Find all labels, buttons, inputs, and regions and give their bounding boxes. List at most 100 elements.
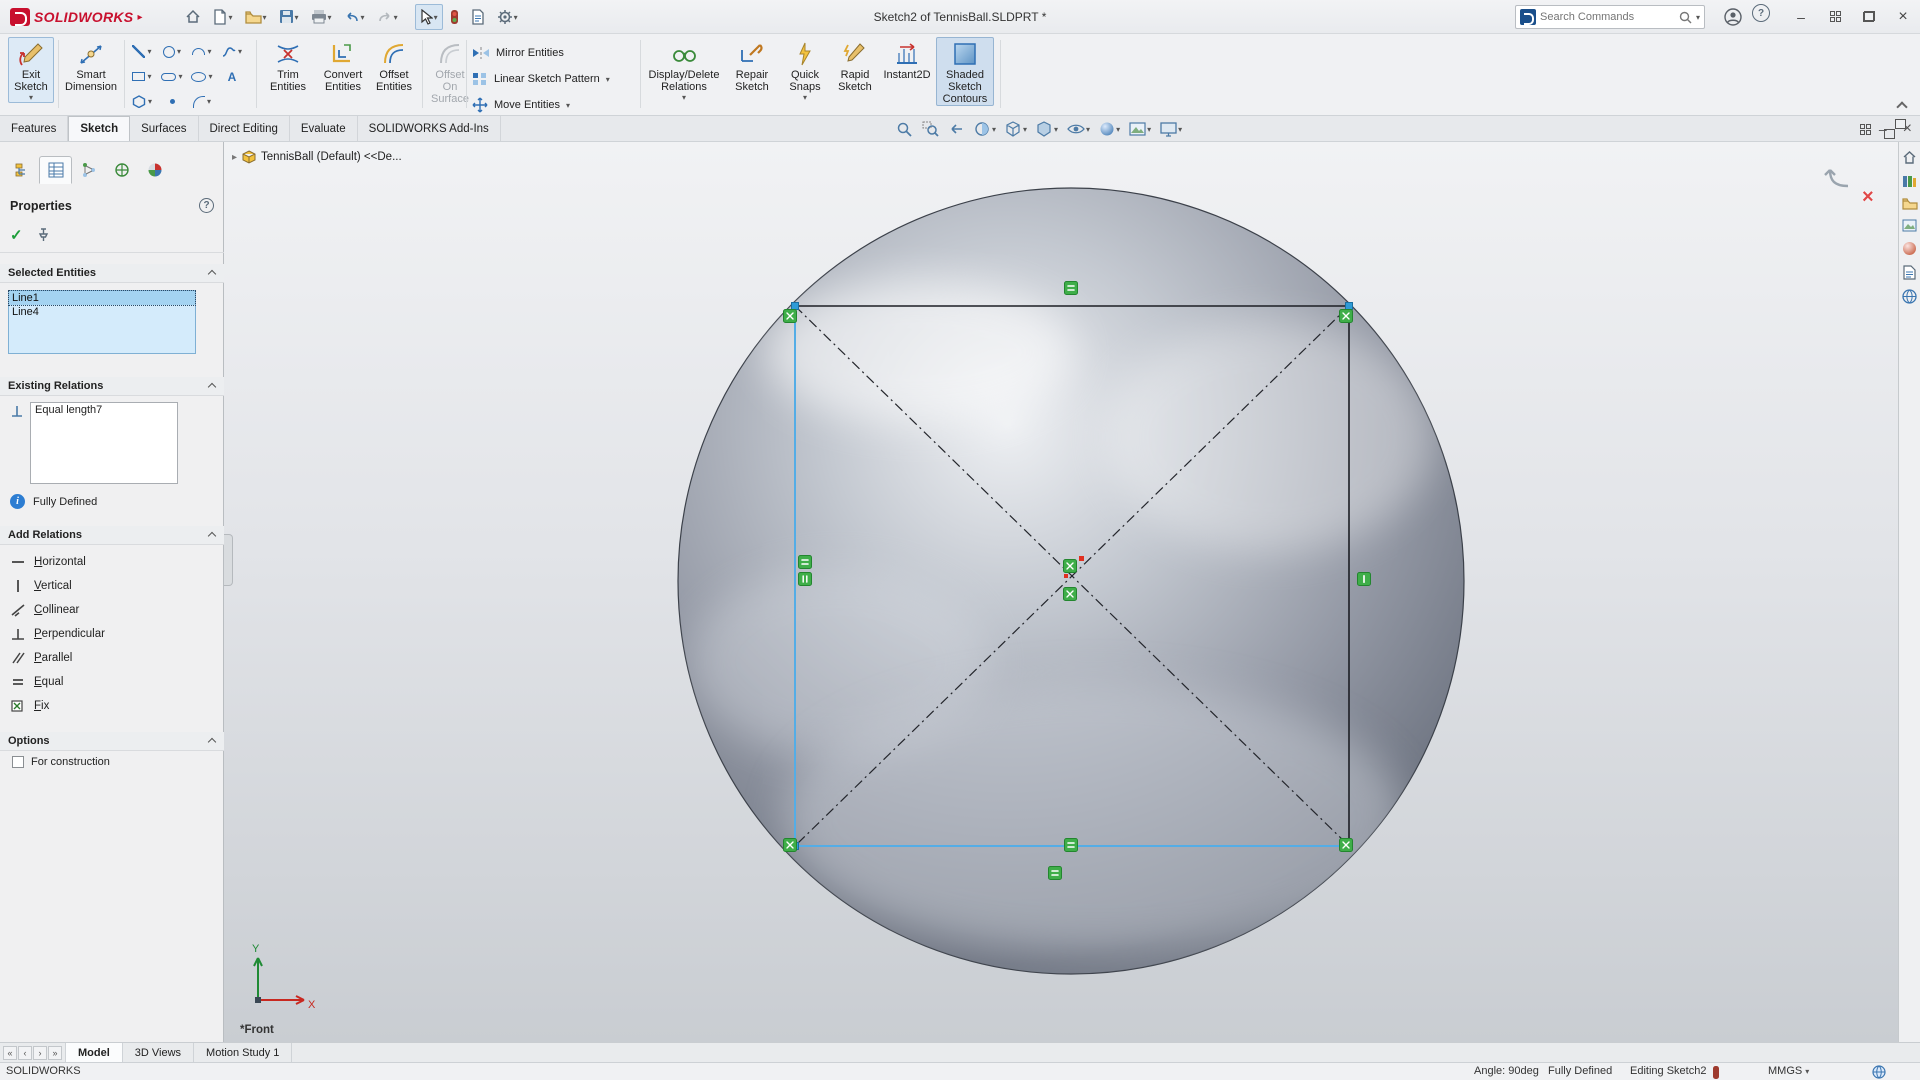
file-properties-button[interactable] bbox=[466, 4, 490, 30]
collinear-relation-button[interactable]: Collinear bbox=[6, 598, 206, 621]
featuremanager-tab[interactable] bbox=[6, 156, 39, 184]
tab-addins[interactable]: SOLIDWORKS Add-Ins bbox=[358, 116, 501, 141]
undo-dropdown-icon[interactable] bbox=[361, 12, 365, 22]
equal-relation-badge[interactable] bbox=[1065, 282, 1078, 295]
quick-snaps-button[interactable]: Quick Snaps bbox=[782, 37, 828, 103]
search-input[interactable] bbox=[1540, 11, 1675, 23]
view-palette-icon[interactable] bbox=[1902, 219, 1917, 232]
slot-tool[interactable] bbox=[158, 64, 186, 89]
section-view-button[interactable] bbox=[971, 120, 999, 139]
close-button[interactable] bbox=[1886, 0, 1920, 33]
trim-entities-button[interactable]: Trim Entities bbox=[262, 37, 314, 94]
view-orientation-button[interactable] bbox=[1002, 120, 1030, 139]
vertical-relation-badge[interactable] bbox=[799, 573, 812, 586]
list-item[interactable]: Line4 bbox=[9, 305, 195, 319]
fix-relation-button[interactable]: Fix bbox=[6, 694, 206, 717]
panel-help-icon[interactable] bbox=[199, 198, 214, 213]
file-menu-chevron-icon[interactable] bbox=[137, 11, 142, 23]
scene-dropdown-icon[interactable] bbox=[1147, 125, 1151, 134]
previous-view-button[interactable] bbox=[945, 120, 968, 139]
display-style-button[interactable] bbox=[1033, 120, 1061, 139]
line-tool[interactable] bbox=[128, 39, 156, 64]
view-settings-dropdown-icon[interactable] bbox=[1178, 125, 1182, 134]
convert-entities-button[interactable]: Convert Entities bbox=[318, 37, 368, 94]
vertical-relation-button[interactable]: Vertical bbox=[6, 574, 206, 597]
solidworks-forum-icon[interactable] bbox=[1902, 289, 1917, 304]
origin-point[interactable] bbox=[1079, 556, 1084, 561]
undo-button[interactable] bbox=[339, 4, 370, 30]
appearance-dropdown-icon[interactable] bbox=[1116, 125, 1120, 134]
edit-appearance-button[interactable] bbox=[1096, 120, 1123, 138]
tab-3d-views[interactable]: 3D Views bbox=[123, 1043, 194, 1062]
hide-show-items-button[interactable] bbox=[1064, 121, 1093, 137]
options-button[interactable] bbox=[492, 4, 523, 30]
equal-relation-badge[interactable] bbox=[799, 556, 812, 569]
zoom-fit-button[interactable] bbox=[893, 120, 916, 139]
viewport-layout-icon[interactable] bbox=[1860, 124, 1871, 135]
horizontal-relation-button[interactable]: Horizontal bbox=[6, 550, 206, 573]
apply-scene-button[interactable] bbox=[1126, 121, 1154, 137]
flyout-tree-arrow-icon[interactable] bbox=[232, 151, 237, 163]
display-delete-relations-button[interactable]: Display/Delete Relations bbox=[646, 37, 722, 103]
selected-entities-section-header[interactable]: Selected Entities bbox=[0, 264, 224, 283]
rebuild-button[interactable] bbox=[445, 4, 464, 30]
point-tool[interactable] bbox=[158, 89, 186, 114]
globe-icon[interactable] bbox=[1872, 1065, 1886, 1079]
display-style-dropdown-icon[interactable] bbox=[1054, 125, 1058, 134]
repair-sketch-button[interactable]: Repair Sketch bbox=[726, 37, 778, 94]
move-entities-dropdown-icon[interactable] bbox=[566, 101, 570, 110]
configurationmanager-tab[interactable] bbox=[72, 156, 105, 184]
section-view-dropdown-icon[interactable] bbox=[992, 125, 996, 134]
displaymanager-tab[interactable] bbox=[138, 156, 171, 184]
collapse-section-icon[interactable] bbox=[208, 737, 216, 745]
rapid-sketch-button[interactable]: Rapid Sketch bbox=[832, 37, 878, 94]
list-item[interactable]: Line1 bbox=[9, 291, 195, 305]
units-dropdown-icon[interactable] bbox=[1805, 1065, 1809, 1077]
coincident-relation-badge[interactable] bbox=[1064, 588, 1077, 601]
exit-sketch-dropdown-icon[interactable] bbox=[29, 93, 33, 102]
panel-splitter-handle[interactable] bbox=[224, 534, 233, 586]
tab-sketch[interactable]: Sketch bbox=[68, 116, 130, 141]
new-document-button[interactable] bbox=[208, 4, 237, 30]
ellipse-tool[interactable] bbox=[188, 64, 216, 89]
display-delete-dropdown-icon[interactable] bbox=[682, 93, 686, 102]
search-commands-box[interactable] bbox=[1515, 5, 1705, 29]
tab-motion-study[interactable]: Motion Study 1 bbox=[194, 1043, 292, 1062]
new-dropdown-icon[interactable] bbox=[228, 12, 232, 22]
scroll-first-button[interactable] bbox=[3, 1046, 17, 1060]
tab-direct-editing[interactable]: Direct Editing bbox=[199, 116, 290, 141]
view-orientation-dropdown-icon[interactable] bbox=[1023, 125, 1027, 134]
restore-button[interactable] bbox=[1852, 0, 1886, 33]
equal-relation-badge[interactable] bbox=[1065, 839, 1078, 852]
polygon-tool[interactable] bbox=[128, 89, 156, 114]
offset-entities-button[interactable]: Offset Entities bbox=[370, 37, 418, 94]
tab-model[interactable]: Model bbox=[66, 1043, 123, 1062]
options-dropdown-icon[interactable] bbox=[514, 12, 518, 22]
parallel-relation-button[interactable]: Parallel bbox=[6, 646, 206, 669]
move-entities-button[interactable]: Move Entities bbox=[472, 94, 574, 116]
coincident-relation-badge[interactable] bbox=[1340, 310, 1353, 323]
for-construction-checkbox[interactable] bbox=[12, 756, 24, 768]
collapse-section-icon[interactable] bbox=[208, 269, 216, 277]
print-dropdown-icon[interactable] bbox=[328, 12, 332, 22]
ribbon-collapse-icon[interactable] bbox=[1897, 100, 1906, 109]
fillet-tool[interactable] bbox=[188, 89, 216, 114]
center-point[interactable] bbox=[1064, 574, 1068, 578]
hide-show-dropdown-icon[interactable] bbox=[1086, 125, 1090, 134]
breadcrumb[interactable]: TennisBall (Default) <<De... bbox=[232, 150, 402, 164]
coincident-relation-badge[interactable] bbox=[1340, 839, 1353, 852]
vertical-relation-badge[interactable] bbox=[1358, 573, 1371, 586]
sketch-text-tool[interactable] bbox=[218, 64, 246, 89]
user-account-icon[interactable] bbox=[1720, 4, 1746, 30]
design-library-icon[interactable] bbox=[1902, 174, 1917, 188]
quick-snaps-dropdown-icon[interactable] bbox=[803, 93, 807, 102]
linear-pattern-dropdown-icon[interactable] bbox=[606, 75, 610, 84]
equal-relation-badge[interactable] bbox=[1049, 867, 1062, 880]
linear-sketch-pattern-button[interactable]: Linear Sketch Pattern bbox=[472, 68, 614, 90]
instant2d-button[interactable]: Instant2D bbox=[882, 37, 932, 82]
options-section-header[interactable]: Options bbox=[0, 732, 224, 751]
minimize-button[interactable] bbox=[1784, 0, 1818, 33]
scroll-right-button[interactable] bbox=[33, 1046, 47, 1060]
help-icon[interactable] bbox=[1752, 4, 1770, 22]
open-button[interactable] bbox=[240, 4, 272, 30]
